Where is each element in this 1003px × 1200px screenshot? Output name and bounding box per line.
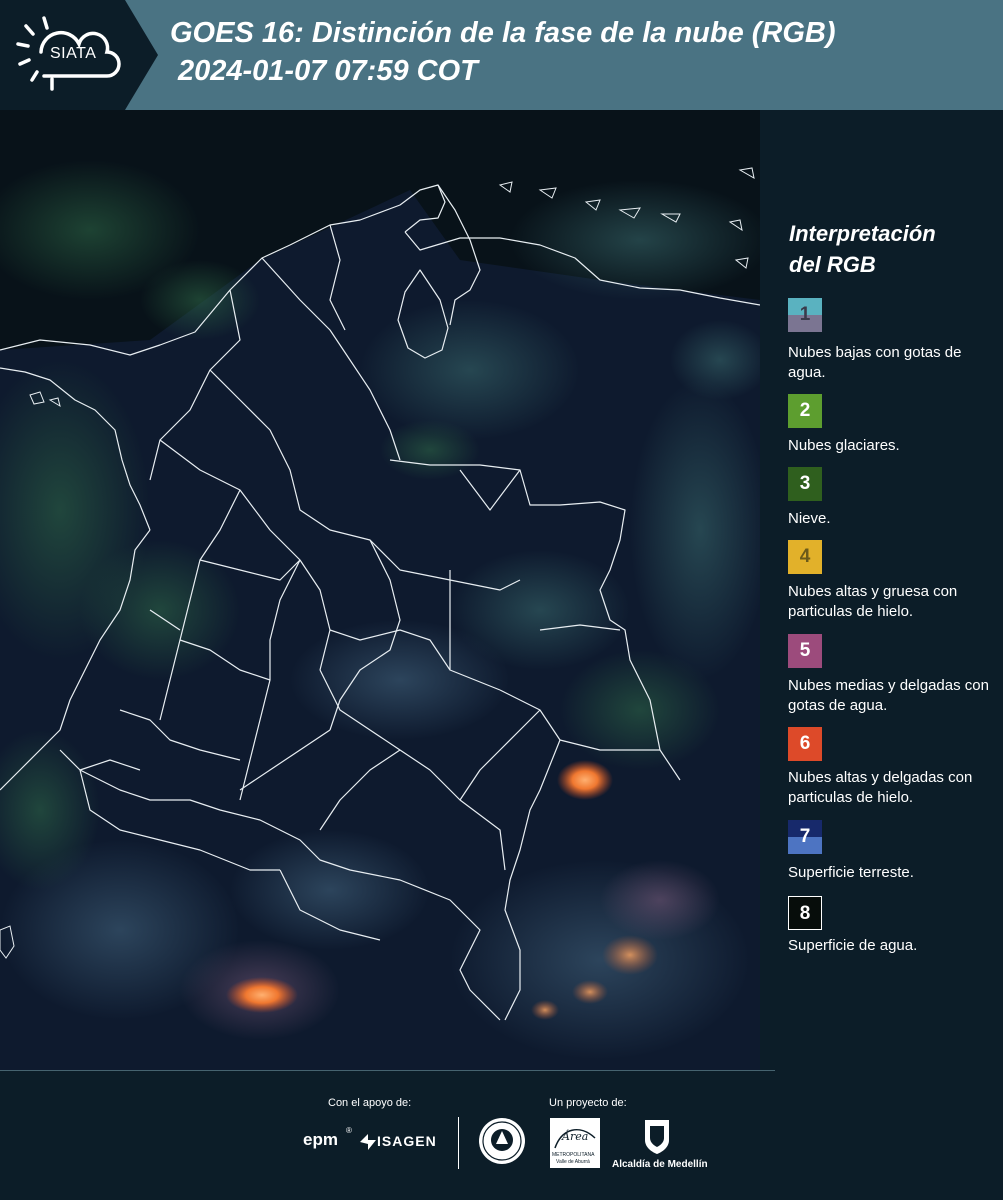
legend-panel: Interpretación del RGB 1 Nubes bajas con…	[760, 110, 1003, 1070]
legend-label: Superficie de agua.	[788, 937, 918, 954]
legend-swatch-3: 3	[788, 467, 822, 501]
support-label: Con el apoyo de:	[328, 1097, 412, 1109]
legend-label: Nubes bajas con gotas de agua.	[788, 344, 962, 381]
page-title: GOES 16: Distinción de la fase de la nub…	[170, 14, 836, 90]
header-bar: SIATA GOES 16: Distinción de la fase de …	[0, 0, 1003, 110]
area-script-text: Área	[562, 1130, 589, 1143]
satellite-image	[0, 110, 760, 1070]
legend-number: 6	[799, 733, 811, 754]
legend-number: 1	[799, 304, 811, 325]
project-label: Un proyecto de:	[549, 1097, 627, 1109]
alcaldia-logo-text: Alcaldía de Medellín	[612, 1159, 708, 1170]
footer: Con el apoyo de: Un proyecto de: epm ® I…	[0, 1070, 1003, 1200]
legend-label: Nubes medias y delgadas con gotas de agu…	[788, 677, 989, 714]
title-line-1: GOES 16: Distinción de la fase de la nub…	[170, 17, 836, 49]
legend-swatch-7: 7	[788, 820, 822, 854]
title-line-2: 2024-01-07 07:59 COT	[178, 55, 478, 87]
isagen-logo: ISAGEN	[377, 1133, 437, 1149]
legend-label: Nubes altas y gruesa con particulas de h…	[788, 583, 958, 620]
legend-title: Interpretación del RGB	[789, 218, 936, 280]
legend-label: Nubes altas y delgadas con particulas de…	[788, 769, 973, 806]
legend-swatch-8: 8	[788, 896, 822, 930]
legend-swatch-2: 2	[788, 394, 822, 428]
legend-swatch-5: 5	[788, 634, 822, 668]
footer-divider-line	[0, 1070, 775, 1071]
area-line-1: METROPOLITANA	[552, 1152, 595, 1158]
legend-number: 8	[799, 903, 811, 924]
medellin-seal-icon	[479, 1118, 525, 1164]
legend-number: 3	[799, 473, 811, 494]
area-line-2: Valle de Aburrá	[556, 1159, 590, 1165]
satellite-map	[0, 110, 760, 1070]
epm-logo: epm	[303, 1130, 338, 1149]
legend-title-line-2: del RGB	[789, 252, 876, 277]
legend-number: 5	[799, 640, 811, 661]
footer-vertical-divider	[458, 1117, 459, 1169]
siata-logo-text: SIATA	[50, 45, 97, 62]
legend-label: Nieve.	[788, 510, 831, 527]
registered-mark: ®	[346, 1126, 352, 1135]
legend-label: Nubes glaciares.	[788, 437, 900, 454]
legend-label: Superficie terreste.	[788, 864, 914, 881]
legend-swatch-1: 1	[788, 298, 822, 332]
legend-title-line-1: Interpretación	[789, 221, 936, 246]
legend-number: 4	[799, 546, 811, 567]
legend-number: 2	[799, 400, 811, 421]
alcaldia-shield-icon	[645, 1120, 669, 1154]
legend-number: 7	[799, 826, 811, 847]
isagen-mark-icon	[360, 1134, 376, 1150]
legend-swatch-4: 4	[788, 540, 822, 574]
legend-swatch-6: 6	[788, 727, 822, 761]
